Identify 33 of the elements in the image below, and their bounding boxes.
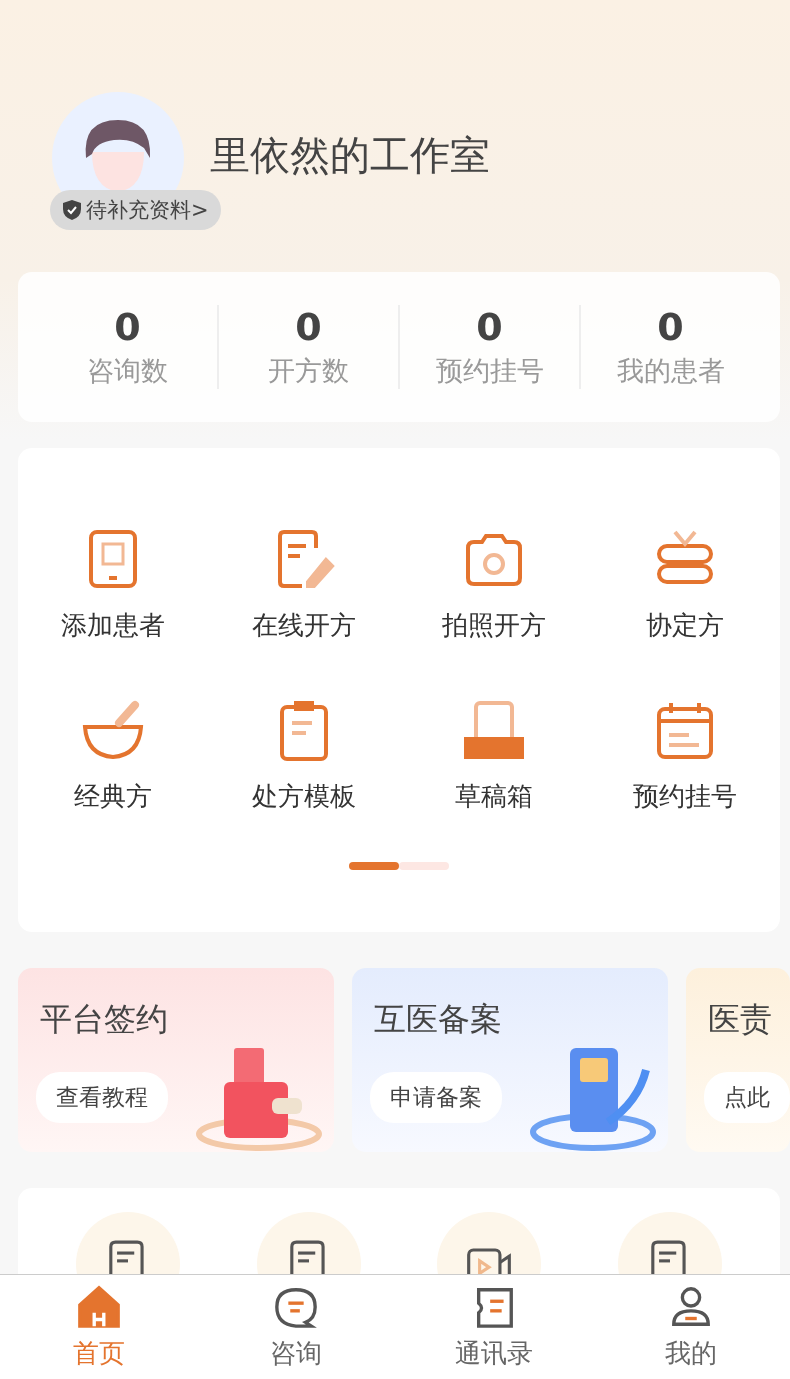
- studio-name: 里依然的工作室: [210, 131, 490, 180]
- stat-label: 我的患者: [616, 354, 725, 388]
- nav-tab[interactable]: 我的: [592, 1275, 790, 1379]
- badge-text: 待补充资料>: [86, 197, 209, 224]
- tool-item[interactable]: 拍照开方: [399, 528, 590, 643]
- promo-title: 医责: [708, 999, 772, 1040]
- stat-label: 开方数: [268, 354, 349, 388]
- home-icon: [75, 1283, 122, 1330]
- tool-item[interactable]: 经典方: [18, 699, 209, 814]
- nav-tab[interactable]: 通讯录: [395, 1275, 593, 1379]
- promo-title: 平台签约: [40, 999, 168, 1040]
- tool-item[interactable]: 处方模板: [208, 699, 399, 814]
- tool-item[interactable]: 草稿箱: [399, 699, 590, 814]
- stat-value: 0: [476, 305, 503, 349]
- promo-card[interactable]: 平台签约 查看教程: [18, 968, 334, 1152]
- promo-title: 互医备案: [374, 999, 502, 1040]
- promo-card[interactable]: 互医备案 申请备案: [352, 968, 668, 1152]
- tool-item[interactable]: 在线开方: [208, 528, 399, 643]
- promo-button[interactable]: 点此: [704, 1072, 790, 1123]
- promo-button[interactable]: 申请备案: [370, 1072, 502, 1123]
- tool-item[interactable]: 预约挂号: [589, 699, 780, 814]
- stat-value: 0: [114, 305, 141, 349]
- profile-status-badge[interactable]: 待补充资料>: [50, 190, 221, 230]
- nav-tab[interactable]: 咨询: [197, 1275, 395, 1379]
- tool-item[interactable]: 添加患者: [18, 528, 209, 643]
- stat-label: 咨询数: [87, 354, 168, 388]
- promo-card[interactable]: 医责 点此: [686, 968, 790, 1152]
- shield-check-icon: [62, 199, 82, 221]
- stat-value: 0: [295, 305, 322, 349]
- stat-label: 预约挂号: [435, 354, 544, 388]
- stat-value: 0: [657, 305, 684, 349]
- promo-button[interactable]: 查看教程: [36, 1072, 168, 1123]
- tool-item[interactable]: 协定方: [589, 528, 780, 643]
